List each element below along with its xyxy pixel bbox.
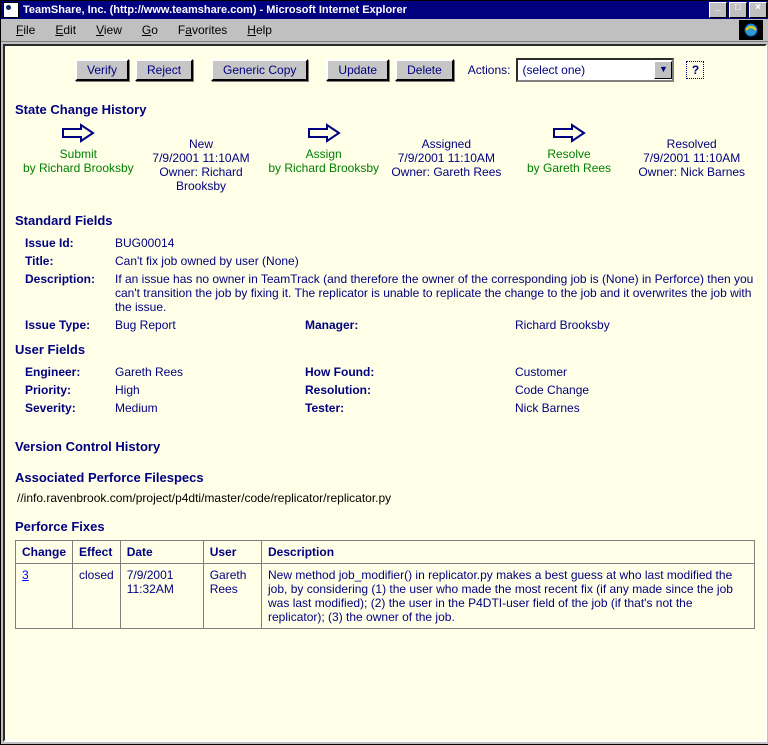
issue-id-label: Issue Id:: [25, 236, 115, 250]
update-button[interactable]: Update: [326, 59, 389, 81]
desc-cell: New method job_modifier() in replicator.…: [262, 564, 755, 629]
manager-value: Richard Brooksby: [515, 318, 610, 332]
title-value: Can't fix job owned by user (None): [115, 254, 299, 268]
fixes-header: Perforce Fixes: [15, 519, 755, 534]
close-button[interactable]: ×: [749, 2, 767, 18]
th-effect: Effect: [73, 541, 121, 564]
history-action-resolve: Resolve by Gareth Rees: [510, 123, 629, 193]
arrow-icon: [307, 123, 341, 143]
page-icon: [3, 2, 19, 18]
fixes-table: Change Effect Date User Description 3 cl…: [15, 540, 755, 629]
actions-selected: (select one): [522, 63, 585, 77]
arrow-icon: [61, 123, 95, 143]
th-description: Description: [262, 541, 755, 564]
window-buttons: _ □ ×: [709, 2, 767, 18]
engineer-label: Engineer:: [25, 365, 115, 379]
description-value: If an issue has no owner in TeamTrack (a…: [115, 272, 755, 314]
menu-help[interactable]: Help: [238, 21, 281, 39]
th-date: Date: [120, 541, 203, 564]
actions-label: Actions:: [468, 63, 511, 77]
change-link[interactable]: 3: [22, 568, 29, 582]
menubar: File Edit View Go Favorites Help: [1, 19, 768, 42]
table-header-row: Change Effect Date User Description: [16, 541, 755, 564]
arrow-icon: [552, 123, 586, 143]
window-title: TeamShare, Inc. (http://www.teamshare.co…: [23, 4, 407, 16]
minimize-button[interactable]: _: [709, 2, 727, 18]
window: TeamShare, Inc. (http://www.teamshare.co…: [0, 0, 768, 745]
priority-label: Priority:: [25, 383, 115, 397]
verify-button[interactable]: Verify: [75, 59, 129, 81]
delete-button[interactable]: Delete: [395, 59, 454, 81]
user-fields-header: User Fields: [15, 342, 755, 357]
howfound-label: How Found:: [305, 365, 395, 379]
menu-go[interactable]: Go: [133, 21, 167, 39]
history-action-assign: Assign by Richard Brooksby: [264, 123, 383, 193]
user-cell: Gareth Rees: [203, 564, 261, 629]
standard-fields-header: Standard Fields: [15, 213, 755, 228]
chevron-down-icon: ▼: [654, 61, 672, 79]
menu-edit[interactable]: Edit: [46, 21, 85, 39]
title-label: Title:: [25, 254, 115, 268]
description-label: Description:: [25, 272, 115, 314]
effect-cell: closed: [73, 564, 121, 629]
severity-label: Severity:: [25, 401, 115, 415]
table-row: 3 closed 7/9/2001 11:32AM Gareth Rees Ne…: [16, 564, 755, 629]
history-action-submit: Submit by Richard Brooksby: [19, 123, 138, 193]
history-state-new: New 7/9/2001 11:10AM Owner: Richard Broo…: [142, 123, 261, 193]
actions-select[interactable]: (select one) ▼: [516, 58, 674, 82]
menu-file[interactable]: File: [7, 21, 44, 39]
filespecs-header: Associated Perforce Filespecs: [15, 470, 755, 485]
engineer-value: Gareth Rees: [115, 365, 183, 379]
resolution-value: Code Change: [515, 383, 589, 397]
history-header: State Change History: [15, 102, 755, 117]
menu-favorites[interactable]: Favorites: [169, 21, 236, 39]
filespec-value: //info.ravenbrook.com/project/p4dti/mast…: [17, 491, 755, 505]
ie-logo-icon: [739, 20, 763, 40]
menu-view[interactable]: View: [87, 21, 131, 39]
th-user: User: [203, 541, 261, 564]
maximize-button[interactable]: □: [729, 2, 747, 18]
titlebar: TeamShare, Inc. (http://www.teamshare.co…: [1, 1, 768, 19]
th-change: Change: [16, 541, 73, 564]
resolution-label: Resolution:: [305, 383, 395, 397]
history-state-assigned: Assigned 7/9/2001 11:10AM Owner: Gareth …: [387, 123, 506, 193]
severity-value: Medium: [115, 401, 158, 415]
history-timeline: Submit by Richard Brooksby New 7/9/2001 …: [15, 123, 755, 193]
issue-type-label: Issue Type:: [25, 318, 115, 332]
tester-label: Tester:: [305, 401, 395, 415]
vcs-header: Version Control History: [15, 439, 755, 454]
tester-value: Nick Barnes: [515, 401, 580, 415]
generic-copy-button[interactable]: Generic Copy: [211, 59, 308, 81]
issue-type-value: Bug Report: [115, 318, 305, 332]
history-state-resolved: Resolved 7/9/2001 11:10AM Owner: Nick Ba…: [632, 123, 751, 193]
content-area[interactable]: Verify Reject Generic Copy Update Delete…: [3, 44, 767, 742]
issue-id-value: BUG00014: [115, 236, 174, 250]
howfound-value: Customer: [515, 365, 567, 379]
toolbar: Verify Reject Generic Copy Update Delete…: [15, 52, 755, 94]
reject-button[interactable]: Reject: [135, 59, 193, 81]
help-icon[interactable]: ?: [686, 61, 704, 79]
date-cell: 7/9/2001 11:32AM: [120, 564, 203, 629]
priority-value: High: [115, 383, 140, 397]
manager-label: Manager:: [305, 318, 515, 332]
